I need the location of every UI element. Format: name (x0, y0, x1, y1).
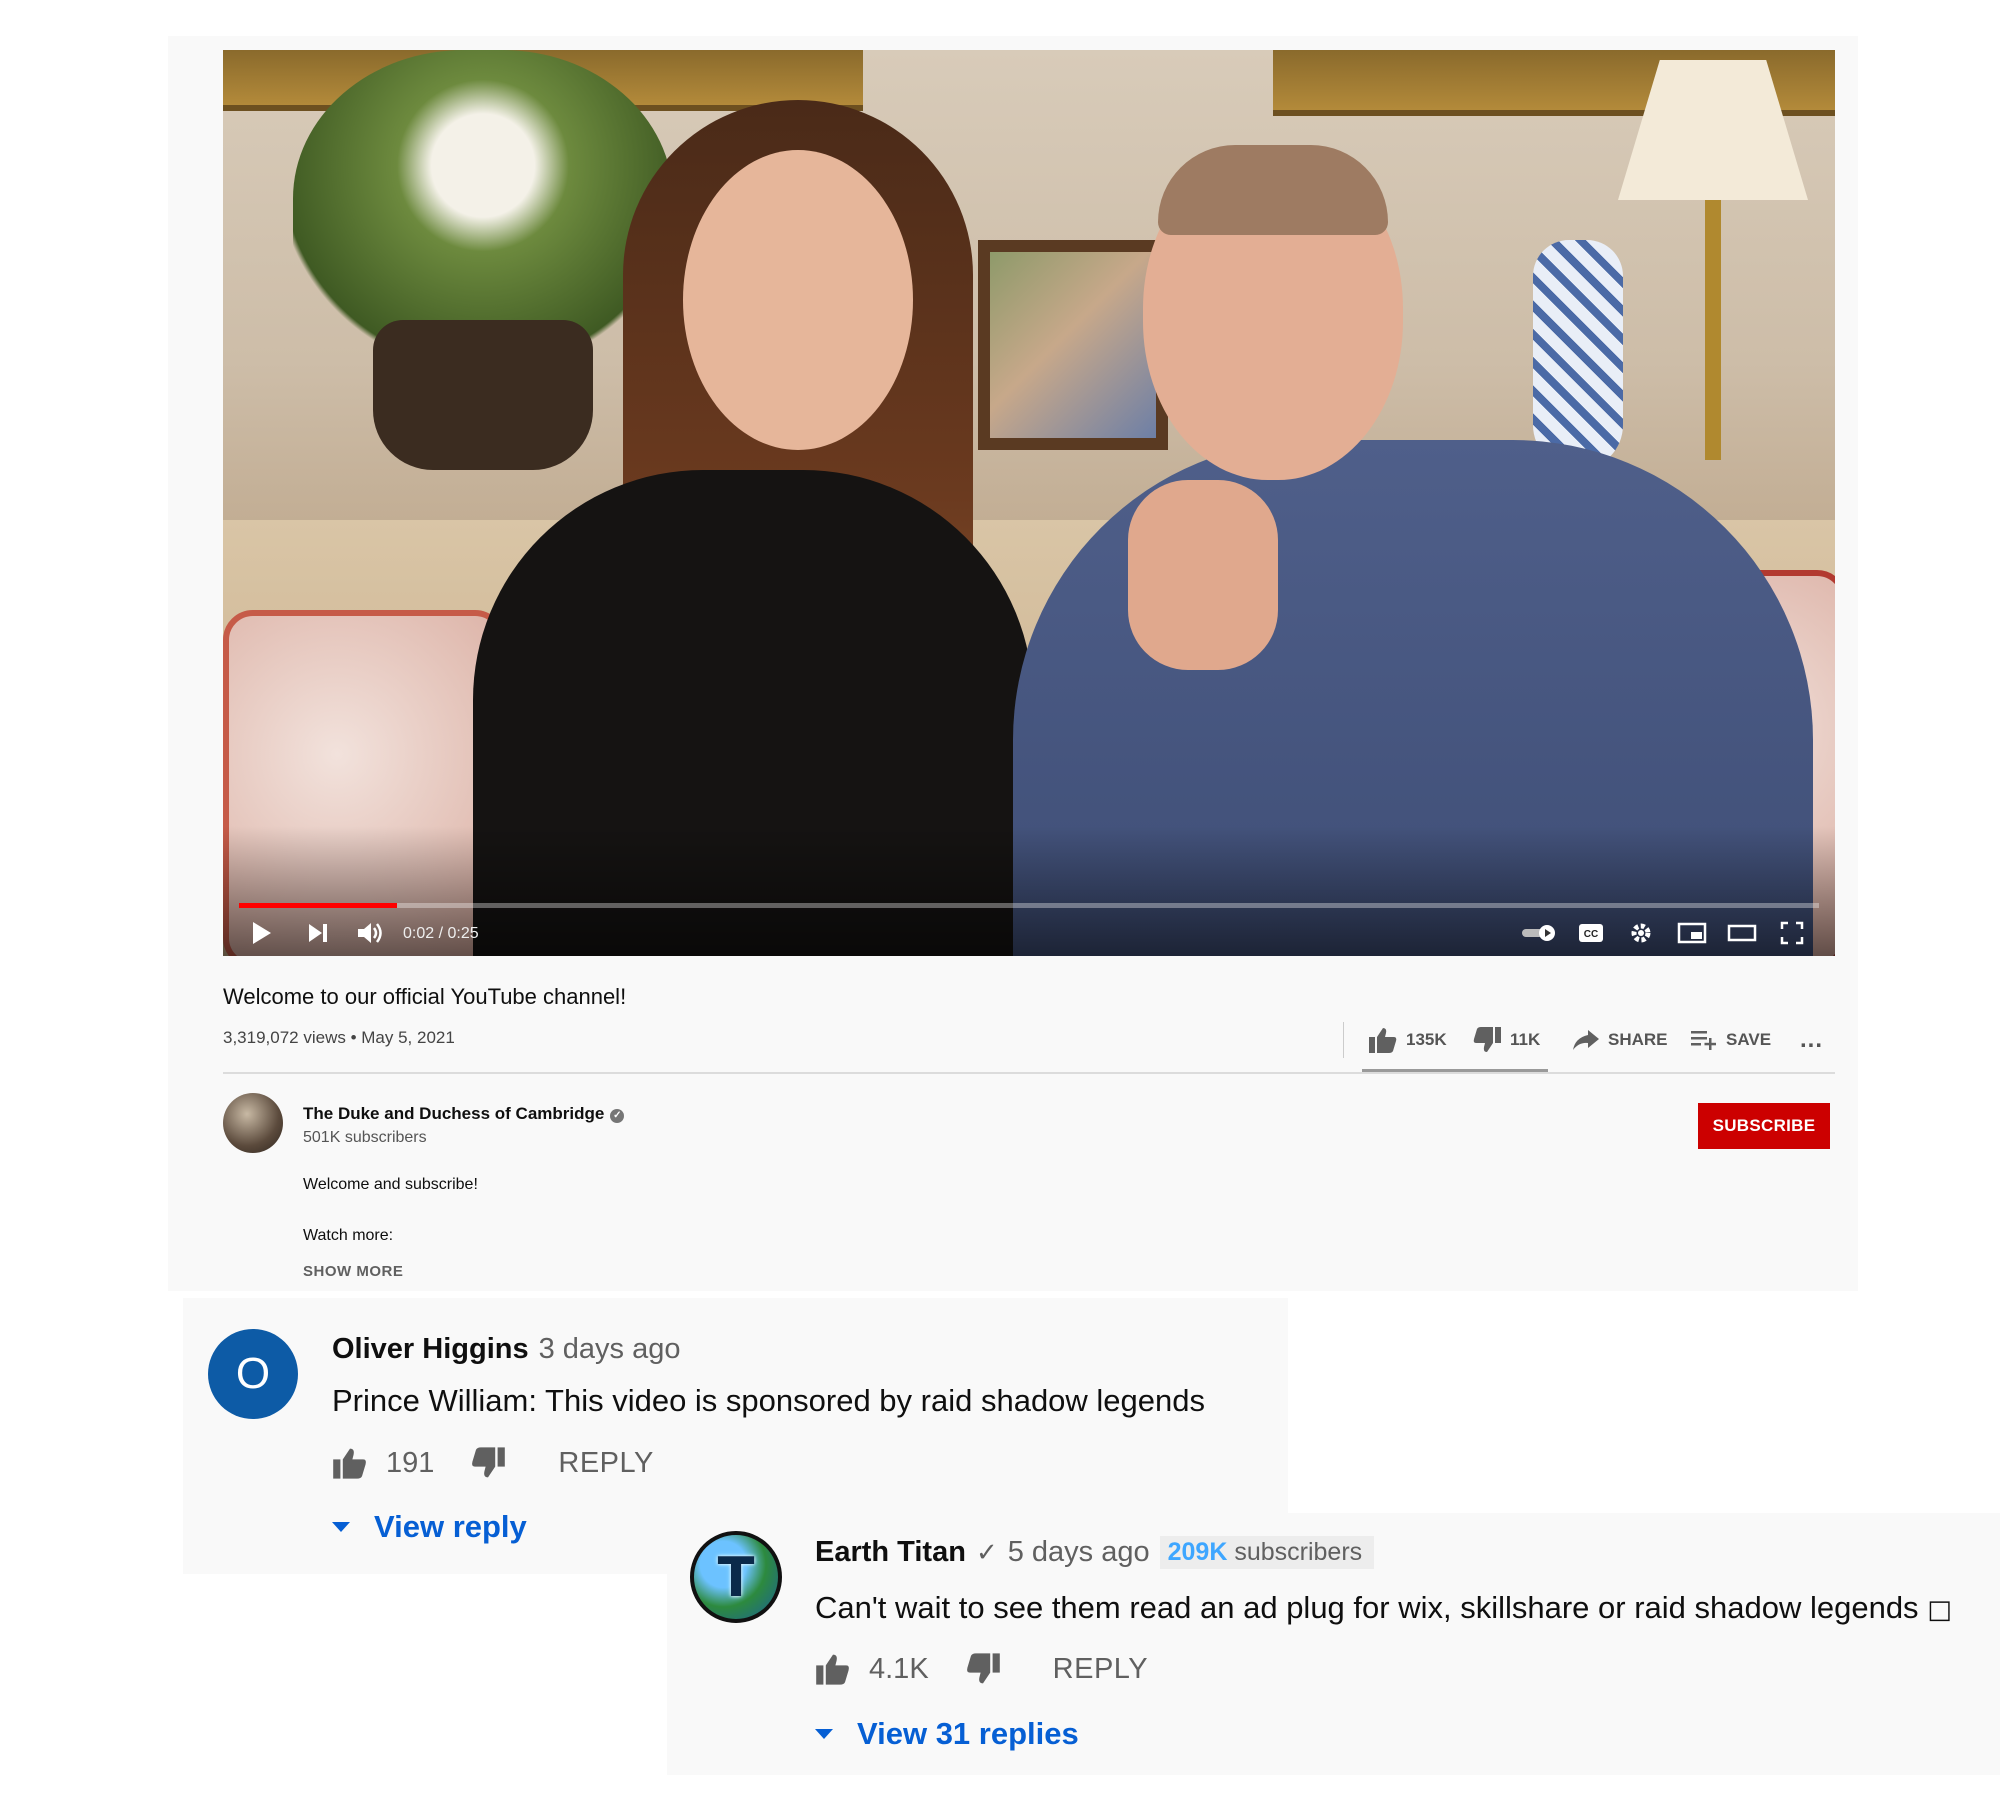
video-frame-hand (1128, 480, 1278, 670)
captions-button[interactable]: CC (1573, 916, 1609, 950)
comment-like-count: 191 (386, 1446, 435, 1479)
theater-icon (1727, 924, 1757, 942)
progress-bar[interactable] (239, 903, 1819, 908)
comment-reply-button[interactable]: REPLY (558, 1447, 653, 1480)
volume-button[interactable] (353, 916, 389, 950)
player-controls: 0:02 / 0:25 CC (223, 916, 1835, 956)
fullscreen-button[interactable] (1773, 916, 1811, 950)
comment-avatar[interactable]: T (690, 1531, 782, 1623)
video-frame-person (1158, 145, 1388, 235)
comment-like-button[interactable] (815, 1652, 851, 1686)
settings-icon (1631, 923, 1651, 943)
subscribe-button[interactable]: SUBSCRIBE (1698, 1103, 1830, 1149)
dislike-button[interactable]: 11K (1472, 1022, 1540, 1058)
verified-icon: ✓ (975, 1537, 998, 1567)
video-player[interactable]: 0:02 / 0:25 CC (223, 50, 1835, 956)
video-frame-lamp-stem (1705, 200, 1721, 460)
view-count-date: 3,319,072 views • May 5, 2021 (223, 1028, 455, 1047)
share-button[interactable]: SHARE (1572, 1022, 1668, 1058)
view-replies-button[interactable]: View 31 replies (815, 1716, 1079, 1752)
share-icon (1573, 1030, 1599, 1050)
settings-button[interactable] (1623, 916, 1659, 950)
channel-avatar[interactable] (223, 1093, 283, 1153)
unrendered-glyph: □ (1927, 1595, 1952, 1625)
video-frame-vase (1533, 240, 1623, 470)
comment-actions: 4.1K REPLY (815, 1652, 1148, 1686)
thumb-down-icon (472, 1447, 506, 1478)
more-actions-button[interactable]: ... (1800, 1022, 1823, 1058)
comment-timestamp[interactable]: 5 days ago (1008, 1536, 1150, 1569)
view-replies-label: View reply (374, 1509, 527, 1544)
autoplay-toggle[interactable] (1518, 916, 1562, 950)
divider (223, 1072, 1835, 1074)
thumb-up-icon (816, 1654, 849, 1685)
expand-triangle-icon (815, 1729, 833, 1739)
comment-text: Prince William: This video is sponsored … (332, 1383, 1206, 1418)
next-button[interactable] (301, 916, 335, 950)
actions-divider (1343, 1022, 1344, 1058)
time-display: 0:02 / 0:25 (403, 925, 479, 942)
volume-icon (358, 923, 382, 943)
miniplayer-button[interactable] (1673, 916, 1711, 950)
comment-author[interactable]: Oliver Higgins (332, 1333, 529, 1365)
channel-subscriber-count: 501K subscribers (303, 1129, 427, 1146)
subscriber-label: subscribers (1234, 1538, 1363, 1566)
channel-name-row[interactable]: The Duke and Duchess of Cambridge ✓ (303, 1104, 625, 1124)
fullscreen-icon (1780, 921, 1804, 945)
comment-text: Can't wait to see them read an ad plug f… (815, 1590, 1919, 1625)
comment-author[interactable]: Earth Titan (815, 1536, 966, 1569)
dislike-count: 11K (1510, 1030, 1541, 1049)
subscriber-count: 209K (1167, 1538, 1228, 1566)
thumb-down-icon (1473, 1027, 1501, 1052)
comment-dislike-button[interactable] (470, 1446, 506, 1480)
thumb-up-icon (333, 1448, 366, 1479)
comment-like-button[interactable] (332, 1446, 368, 1480)
sentiment-bar (1362, 1069, 1548, 1072)
thumb-down-icon (966, 1653, 1000, 1684)
theater-mode-button[interactable] (1723, 916, 1761, 950)
description-line: Welcome and subscribe! (303, 1176, 478, 1193)
comment-like-count: 4.1K (869, 1652, 929, 1685)
video-frame-person (683, 150, 913, 450)
play-icon (253, 922, 271, 944)
subscriber-badge: 209K subscribers (1159, 1536, 1375, 1569)
video-frame-pot (373, 320, 593, 470)
comment-header: Oliver Higgins 3 days ago (332, 1333, 681, 1366)
comment-reply-button[interactable]: REPLY (1053, 1653, 1148, 1686)
captions-icon: CC (1579, 924, 1603, 942)
save-playlist-icon (1691, 1031, 1716, 1050)
avatar-letter: T (717, 1545, 755, 1609)
progress-bar-played (239, 903, 397, 908)
share-label: SHARE (1608, 1030, 1668, 1049)
video-frame-photo (978, 240, 1168, 450)
expand-triangle-icon (332, 1522, 350, 1532)
svg-text:CC: CC (1584, 929, 1598, 940)
comment-actions: 191 REPLY (332, 1446, 654, 1480)
channel-name[interactable]: The Duke and Duchess of Cambridge (303, 1104, 604, 1123)
thumb-up-icon (1369, 1028, 1397, 1053)
show-more-button[interactable]: SHOW MORE (303, 1263, 403, 1280)
play-button[interactable] (245, 916, 279, 950)
autoplay-toggle-icon (1522, 925, 1555, 941)
miniplayer-icon (1677, 922, 1707, 944)
description-line: Watch more: (303, 1227, 394, 1244)
save-label: SAVE (1726, 1030, 1772, 1049)
video-title: Welcome to our official YouTube channel! (223, 984, 627, 1009)
like-count: 135K (1406, 1030, 1447, 1049)
next-icon (309, 924, 327, 942)
verified-icon: ✓ (610, 1109, 625, 1123)
view-replies-label: View 31 replies (857, 1716, 1079, 1751)
view-replies-button[interactable]: View reply (332, 1509, 527, 1545)
comment-timestamp[interactable]: 3 days ago (539, 1333, 681, 1365)
comment-avatar[interactable]: O (208, 1329, 298, 1419)
more-icon: ... (1800, 1026, 1824, 1053)
comment-text-row: Can't wait to see them read an ad plug f… (815, 1590, 1952, 1626)
comment-header: Earth Titan ✓ 5 days ago 209K subscriber… (815, 1536, 1375, 1569)
save-button[interactable]: SAVE (1690, 1022, 1771, 1058)
like-button[interactable]: 135K (1368, 1022, 1447, 1058)
comment-dislike-button[interactable] (965, 1652, 1001, 1686)
